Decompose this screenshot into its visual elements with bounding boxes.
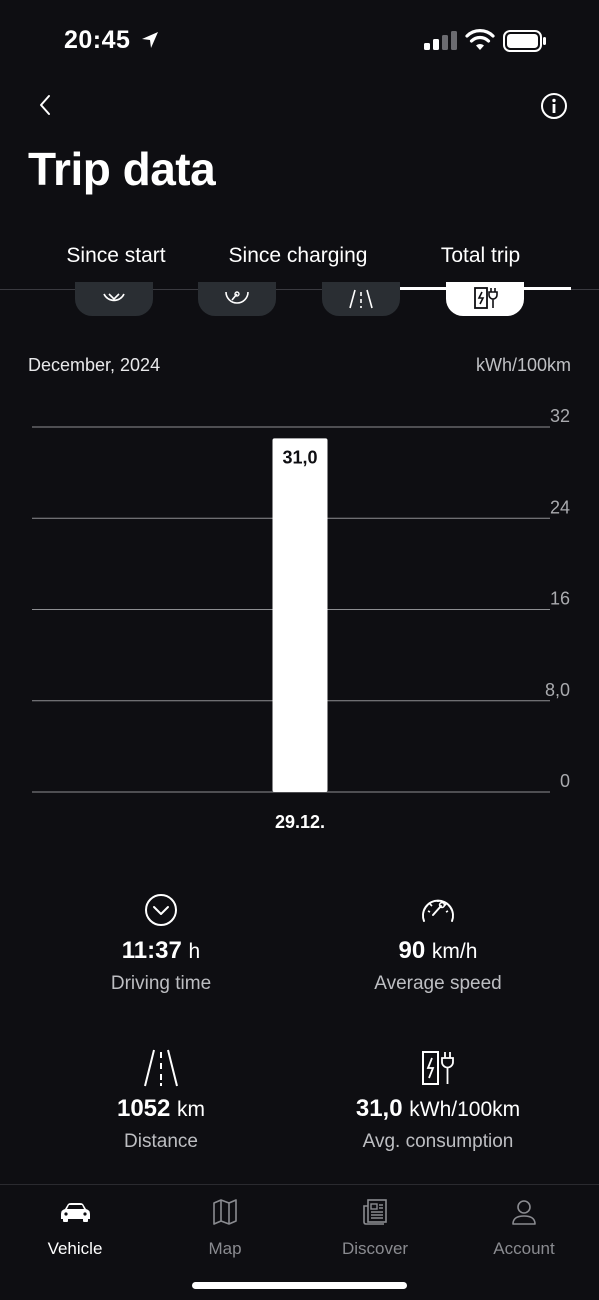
tabbar-label: Account [493,1239,555,1258]
chevron-left-icon [40,95,50,115]
y-tick-label: 0 [560,771,570,791]
wifi-icon [465,29,495,50]
stat-average-speed: 90 km/h Average speed [298,890,578,995]
stat-label: Avg. consumption [362,1131,514,1152]
info-icon [541,93,567,119]
x-tick-label: 29.12. [275,812,325,832]
status-bar: 20:45 [0,0,599,80]
clock-icon [103,293,125,302]
stat-value: 90 km/h [398,937,478,964]
chip-consumption[interactable] [446,282,524,316]
chart-unit: kWh/100km [475,355,571,375]
stat-value: 1052 km [116,1095,206,1122]
road-icon [349,289,373,309]
consumption-bar-chart: 0 8,0 16 24 32 31,0 29.12. [32,406,570,832]
clock-icon [145,894,177,926]
chart-period: December, 2024 [28,355,161,375]
tabbar-item-account[interactable]: Account [449,1197,599,1259]
bar-value-label: 31,0 [282,447,317,467]
tabbar-label: Map [208,1239,242,1258]
map-icon [213,1199,237,1225]
info-button[interactable] [540,92,568,120]
tab-since-start[interactable]: Since start [30,238,202,288]
stat-avg-consumption: 31,0 kWh/100km Avg. consumption [298,1048,578,1153]
stat-driving-time: 11:37 h Driving time [21,890,301,995]
stat-label: Average speed [374,973,502,994]
speedometer-icon [225,291,249,304]
home-indicator [192,1282,407,1289]
tabbar-label: Vehicle [47,1239,103,1258]
chip-driving-time[interactable] [75,282,153,316]
chip-distance[interactable] [322,282,400,316]
y-tick-label: 24 [550,497,570,517]
page-title: Trip data [28,143,216,195]
stat-label: Distance [124,1131,198,1152]
y-tick-label: 8,0 [545,680,570,700]
speedometer-icon [422,899,454,922]
tabbar-item-vehicle[interactable]: Vehicle [0,1197,150,1259]
status-time: 20:45 [64,26,131,54]
cellular-signal-icon [424,31,457,50]
tabbar-item-discover[interactable]: Discover [300,1197,450,1259]
tab-since-charging[interactable]: Since charging [210,238,386,288]
y-tick-label: 32 [550,406,570,426]
back-button[interactable] [30,90,60,120]
tab-total-trip[interactable]: Total trip [390,238,571,290]
metric-selector [0,282,599,318]
stat-label: Driving time [110,973,212,994]
battery-icon [503,30,546,52]
tabbar-label: Discover [341,1239,409,1258]
chip-average-speed[interactable] [198,282,276,316]
location-arrow-icon [142,32,158,48]
stat-value: 31,0 kWh/100km [355,1095,521,1122]
stat-distance: 1052 km Distance [21,1048,301,1153]
y-tick-label: 16 [550,589,570,609]
road-icon [144,1049,178,1087]
person-icon [512,1200,536,1225]
stat-value: 11:37 h [121,937,201,964]
news-icon [363,1199,387,1225]
tabbar-item-map[interactable]: Map [150,1197,300,1259]
charging-station-icon [474,287,498,309]
car-icon [61,1203,90,1222]
charging-station-icon [422,1051,454,1085]
bar [272,438,328,792]
